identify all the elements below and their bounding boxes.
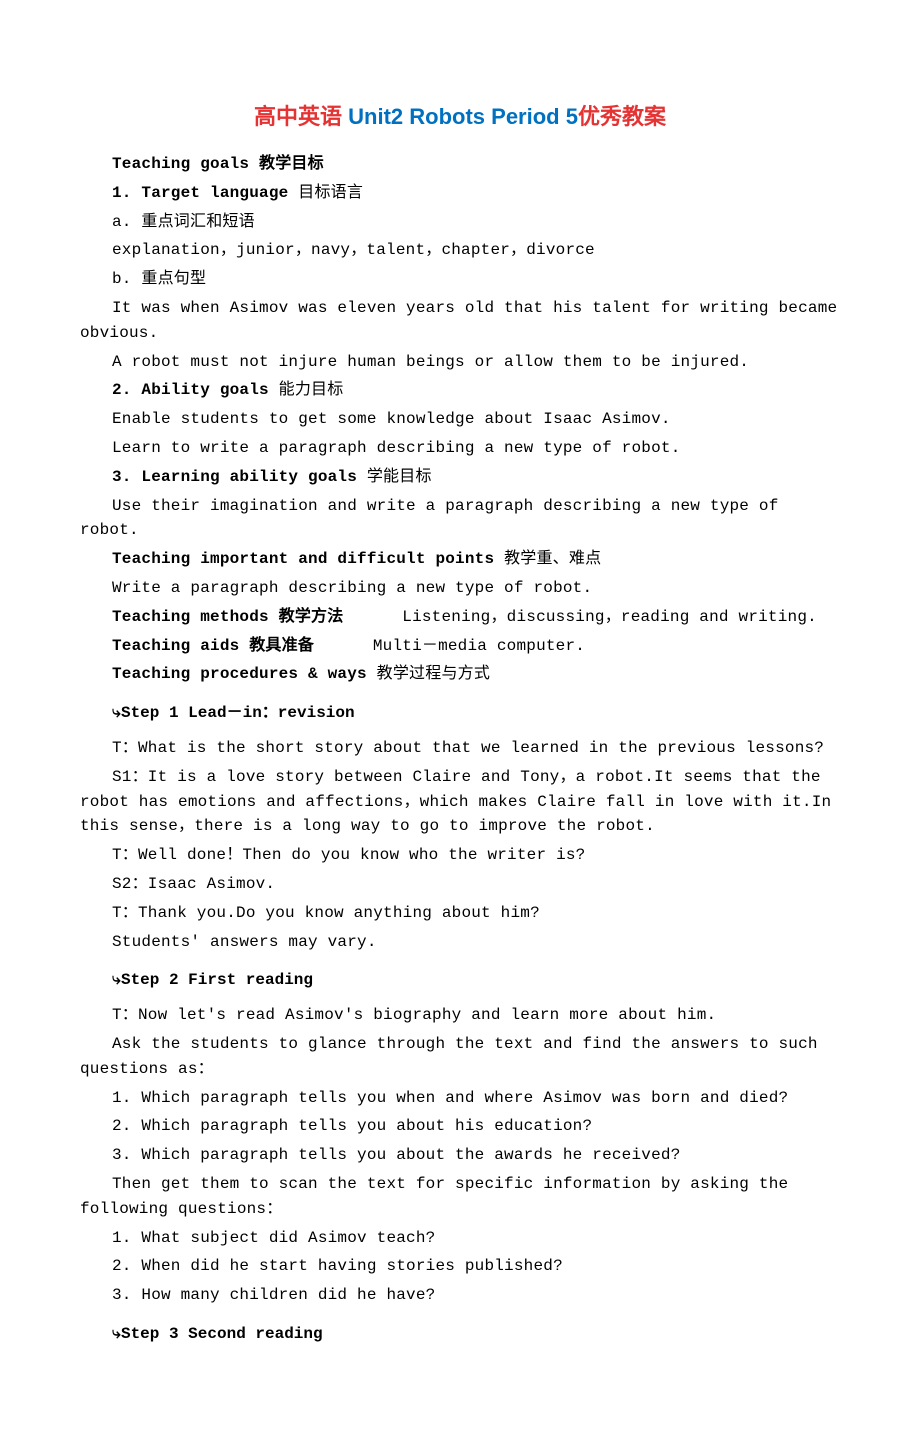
step2-p3: Then get them to scan the text for speci… [80,1172,840,1222]
vocab-label: a. 重点词汇和短语 [80,210,840,235]
step1-p6: Students' answers may vary. [80,930,840,955]
learning-goals-cn: 学能目标 [367,468,432,486]
arrow-icon: ⤷ [112,971,121,988]
step-1-heading: ⤷Step 1 Lead－in：revision [80,701,840,726]
procedures-heading: Teaching procedures & ways 教学过程与方式 [80,662,840,687]
step-3-text: Step 3 Second reading [121,1325,323,1343]
arrow-icon: ⤷ [112,704,121,721]
teaching-aids-cn: 教具准备 [249,637,314,655]
step1-p4: S2：Isaac Asimov. [80,872,840,897]
teaching-goals-cn: 教学目标 [259,155,324,173]
teaching-aids-line: Teaching aids 教具准备 Multi－media computer. [80,634,840,659]
teaching-methods-line: Teaching methods 教学方法 Listening，discussi… [80,605,840,630]
procedures-cn: 教学过程与方式 [377,665,490,683]
step2-q3: 3. Which paragraph tells you about the a… [80,1143,840,1168]
teaching-aids-en: Teaching aids [112,637,249,655]
ability-1: Enable students to get some knowledge ab… [80,407,840,432]
step2-q5: 2. When did he start having stories publ… [80,1254,840,1279]
sentence-label: b. 重点句型 [80,267,840,292]
teaching-methods-en: Teaching methods [112,608,269,626]
step2-q1: 1. Which paragraph tells you when and wh… [80,1086,840,1111]
vocab-list: explanation，junior，navy，talent，chapter，d… [80,238,840,263]
step-2-heading: ⤷Step 2 First reading [80,968,840,993]
ability-goals-en: 2. Ability goals [112,381,279,399]
important-points-body: Write a paragraph describing a new type … [80,576,840,601]
step-1-text: Step 1 Lead－in：revision [121,704,355,722]
step1-p3: T：Well done！Then do you know who the wri… [80,843,840,868]
teaching-aids-body: Multi－media computer. [373,637,585,655]
step-2-text: Step 2 First reading [121,971,313,989]
learning-goals-heading: 3. Learning ability goals 学能目标 [80,465,840,490]
step1-p1: T：What is the short story about that we … [80,736,840,761]
page-title: 高中英语 Unit2 Robots Period 5优秀教案 [80,100,840,134]
ability-goals-heading: 2. Ability goals 能力目标 [80,378,840,403]
target-language-heading: 1. Target language 目标语言 [80,181,840,206]
teaching-goals-en: Teaching goals [112,155,259,173]
procedures-en: Teaching procedures & ways [112,665,377,683]
step1-p5: T：Thank you.Do you know anything about h… [80,901,840,926]
title-unit: Unit2 Robots Period 5 [348,104,578,129]
step2-q4: 1. What subject did Asimov teach? [80,1226,840,1251]
ability-goals-cn: 能力目标 [279,381,344,399]
learning-goals-en: 3. Learning ability goals [112,468,357,486]
target-language-cn: 目标语言 [298,184,363,202]
sentence-1: It was when Asimov was eleven years old … [80,296,840,346]
important-points-heading: Teaching important and difficult points … [80,547,840,572]
ability-2: Learn to write a paragraph describing a … [80,436,840,461]
learning-1: Use their imagination and write a paragr… [80,494,840,544]
step-3-heading: ⤷Step 3 Second reading [80,1322,840,1347]
sentence-2: A robot must not injure human beings or … [80,350,840,375]
teaching-methods-body: Listening，discussing，reading and writing… [402,608,817,626]
arrow-icon: ⤷ [112,1325,121,1342]
title-prefix: 高中英语 [254,104,348,129]
step2-q2: 2. Which paragraph tells you about his e… [80,1114,840,1139]
step2-p2: Ask the students to glance through the t… [80,1032,840,1082]
teaching-methods-cn: 教学方法 [279,608,344,626]
step1-p2: S1：It is a love story between Claire and… [80,765,840,839]
important-points-cn: 教学重、难点 [504,550,601,568]
teaching-goals-heading: Teaching goals 教学目标 [80,152,840,177]
step2-p1: T：Now let's read Asimov's biography and … [80,1003,840,1028]
step2-q6: 3. How many children did he have? [80,1283,840,1308]
important-points-en: Teaching important and difficult points [112,550,494,568]
target-language-en: 1. Target language [112,184,288,202]
title-suffix: 优秀教案 [578,104,666,129]
